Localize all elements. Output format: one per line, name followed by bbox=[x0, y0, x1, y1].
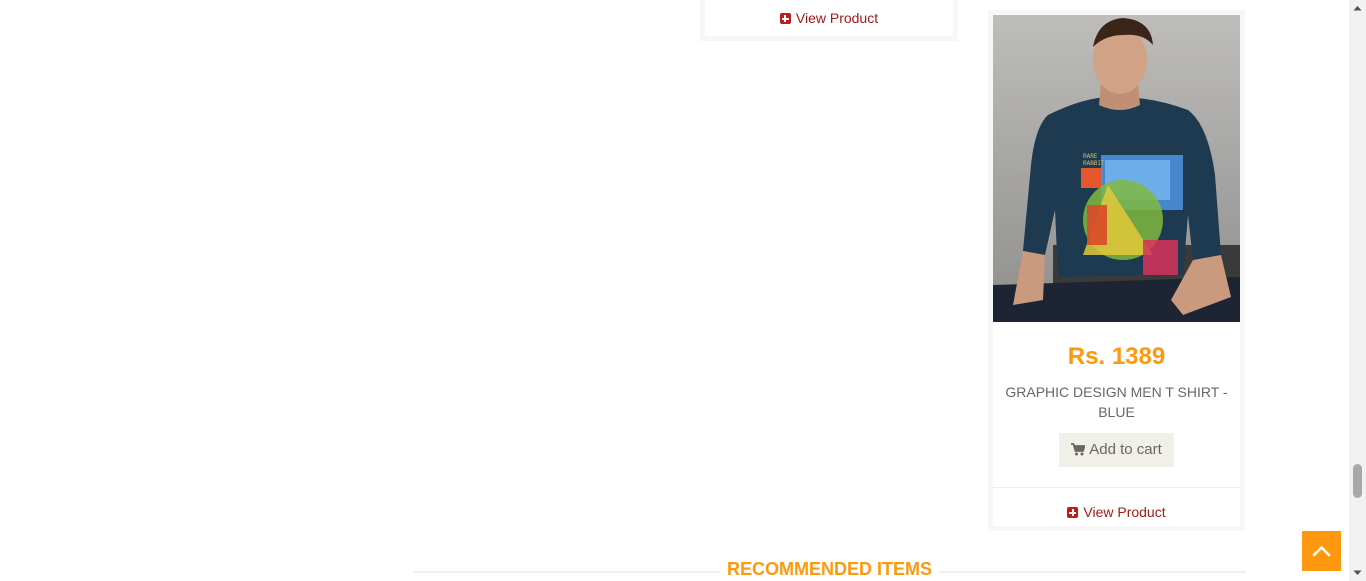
plus-square-icon bbox=[1067, 507, 1079, 518]
triangle-up-icon bbox=[1353, 6, 1362, 11]
view-product-label: View Product bbox=[1083, 504, 1166, 520]
view-product-link[interactable]: View Product bbox=[993, 504, 1240, 520]
page: View Product RARE RABBIT Rs. 1389 GRAPHI… bbox=[0, 0, 1366, 581]
add-to-cart-button[interactable]: Add to cart bbox=[1059, 433, 1174, 467]
view-product-link[interactable]: View Product bbox=[705, 10, 953, 26]
svg-text:RABBIT: RABBIT bbox=[1083, 160, 1105, 167]
product-price: Rs. 1389 bbox=[1067, 343, 1166, 370]
scroll-down-arrow[interactable] bbox=[1349, 564, 1366, 581]
product-card: RARE RABBIT Rs. 1389 GRAPHIC DESIGN MEN … bbox=[988, 10, 1245, 531]
page-scrollbar[interactable] bbox=[1349, 0, 1366, 581]
add-to-cart-label: Add to cart bbox=[1089, 441, 1162, 458]
recommended-items-title: RECOMMENDED ITEMS bbox=[720, 559, 940, 580]
product-photo: RARE RABBIT bbox=[993, 15, 1240, 322]
shopping-cart-icon bbox=[1071, 443, 1086, 456]
scroll-up-arrow[interactable] bbox=[1349, 0, 1366, 17]
product-card-partial: View Product bbox=[700, 0, 958, 41]
plus-square-icon bbox=[779, 13, 791, 24]
view-product-label: View Product bbox=[795, 10, 879, 26]
product-image[interactable]: RARE RABBIT bbox=[993, 15, 1240, 322]
scroll-to-top-button[interactable] bbox=[1302, 531, 1341, 571]
chevron-up-icon bbox=[1312, 545, 1331, 557]
scrollbar-thumb[interactable] bbox=[1353, 464, 1362, 498]
svg-text:RARE: RARE bbox=[1083, 153, 1098, 160]
product-name: GRAPHIC DESIGN MEN T SHIRT - BLUE bbox=[1005, 384, 1228, 420]
triangle-down-icon bbox=[1353, 570, 1362, 575]
card-divider bbox=[993, 487, 1240, 488]
